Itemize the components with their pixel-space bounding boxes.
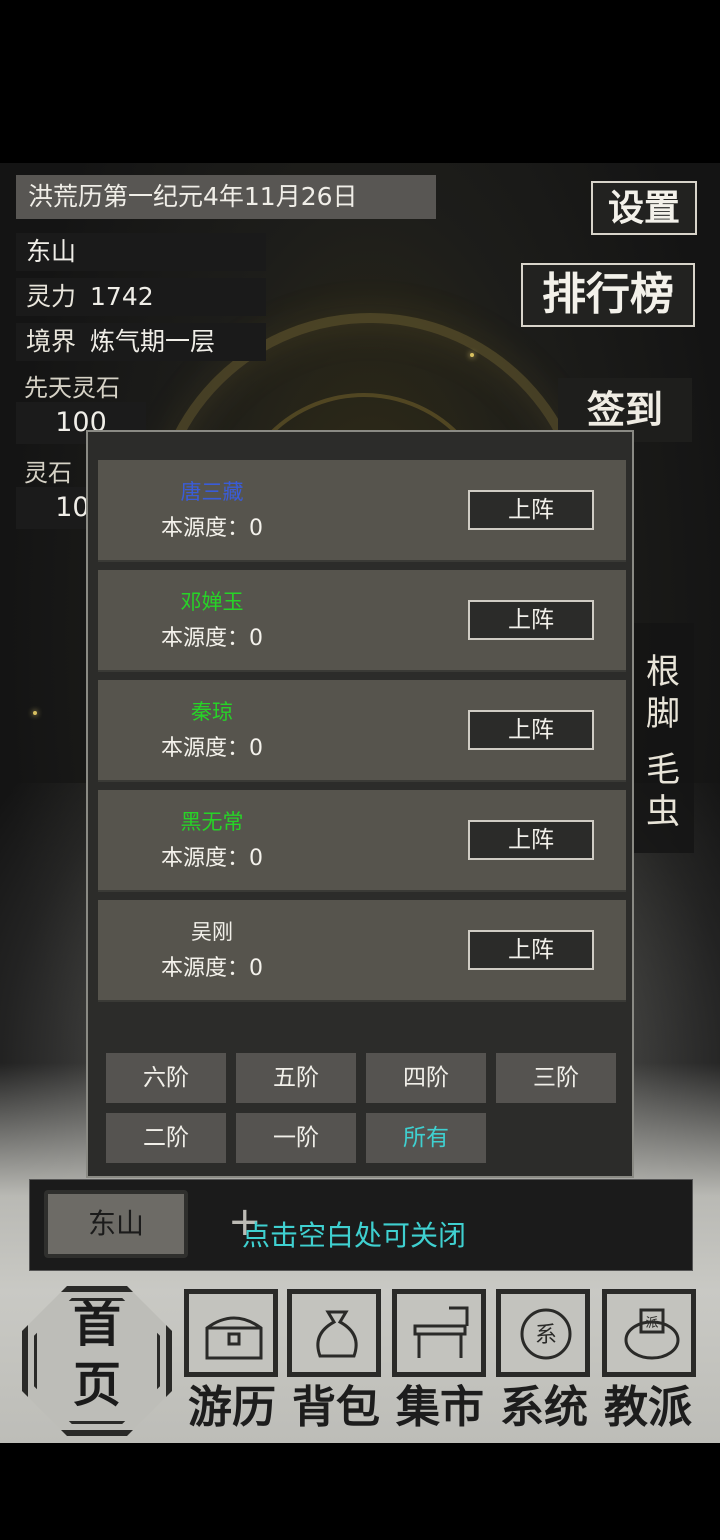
character-select-modal: 唐三藏 本源度：0 上阵 邓婵玉 本源度：0 上阵 秦琼 本源度：0 上阵 黑无… bbox=[86, 430, 634, 1178]
location-bar: 东山 + 点击空白处可关闭 bbox=[29, 1179, 693, 1271]
deploy-button[interactable]: 上阵 bbox=[468, 820, 594, 860]
origin-degree: 本源度：0 bbox=[138, 840, 286, 872]
bag-icon[interactable] bbox=[287, 1289, 381, 1377]
deploy-button[interactable]: 上阵 bbox=[468, 930, 594, 970]
tier-filter-1[interactable]: 一阶 bbox=[236, 1113, 356, 1163]
character-name: 吴刚 bbox=[191, 920, 233, 944]
close-hint: 点击空白处可关闭 bbox=[242, 1219, 467, 1252]
tier-filter-6[interactable]: 六阶 bbox=[106, 1053, 226, 1103]
realm-label: 境界 bbox=[26, 327, 77, 356]
spark-decoration bbox=[470, 353, 474, 357]
character-card: 吴刚 本源度：0 上阵 bbox=[98, 900, 626, 1002]
origin-degree-label: 本源度： bbox=[160, 736, 249, 761]
ranking-button[interactable]: 排行榜 bbox=[521, 263, 695, 327]
character-card: 黑无常 本源度：0 上阵 bbox=[98, 790, 626, 892]
svg-text:派: 派 bbox=[645, 1316, 658, 1331]
home-label-text: 首页 bbox=[72, 1297, 121, 1413]
origin-degree: 本源度：0 bbox=[138, 620, 286, 652]
location-display: 东山 bbox=[16, 233, 266, 271]
game-screen: 洪荒历第一纪元4年11月26日 东山 灵力 1742 境界 炼气期一层 先天灵石 1… bbox=[0, 163, 720, 1443]
stall-icon[interactable] bbox=[392, 1289, 486, 1377]
origin-degree: 本源度：0 bbox=[138, 510, 286, 542]
nav-sect[interactable]: 教派 bbox=[596, 1383, 700, 1433]
spark-decoration bbox=[33, 711, 37, 715]
tier-filter-5[interactable]: 五阶 bbox=[236, 1053, 356, 1103]
deploy-button[interactable]: 上阵 bbox=[468, 490, 594, 530]
origin-degree-value: 0 bbox=[249, 956, 263, 981]
sect-seal-icon[interactable]: 派 bbox=[602, 1289, 696, 1377]
home-label[interactable]: 首页 bbox=[52, 1295, 142, 1415]
deploy-button[interactable]: 上阵 bbox=[468, 710, 594, 750]
character-card: 唐三藏 本源度：0 上阵 bbox=[98, 460, 626, 562]
origin-degree-label: 本源度： bbox=[160, 516, 249, 541]
origin-tag: 根脚 毛虫 bbox=[632, 623, 694, 853]
origin-degree-label: 本源度： bbox=[160, 956, 249, 981]
chest-icon[interactable] bbox=[184, 1289, 278, 1377]
character-name: 邓婵玉 bbox=[180, 590, 244, 614]
nav-travel[interactable]: 游历 bbox=[180, 1383, 284, 1433]
svg-text:系: 系 bbox=[535, 1323, 557, 1348]
spirit-power-row: 灵力 1742 bbox=[16, 278, 266, 316]
character-card: 邓婵玉 本源度：0 上阵 bbox=[98, 570, 626, 672]
deploy-button[interactable]: 上阵 bbox=[468, 600, 594, 640]
location-name: 东山 bbox=[26, 237, 77, 266]
character-card: 秦琼 本源度：0 上阵 bbox=[98, 680, 626, 782]
settings-button[interactable]: 设置 bbox=[591, 181, 697, 235]
origin-degree-label: 本源度： bbox=[160, 626, 249, 651]
origin-degree-value: 0 bbox=[249, 626, 263, 651]
origin-degree: 本源度：0 bbox=[138, 730, 286, 762]
stone-label: 灵石 bbox=[24, 459, 72, 487]
tier-filter-3[interactable]: 三阶 bbox=[496, 1053, 616, 1103]
tier-filter-2[interactable]: 二阶 bbox=[106, 1113, 226, 1163]
realm-row: 境界 炼气期一层 bbox=[16, 323, 266, 361]
origin-degree-value: 0 bbox=[249, 516, 263, 541]
spirit-power-value: 1742 bbox=[90, 282, 154, 311]
nav-market[interactable]: 集市 bbox=[388, 1383, 492, 1433]
system-token-icon[interactable]: 系 bbox=[496, 1289, 590, 1377]
nav-system[interactable]: 系统 bbox=[492, 1383, 596, 1433]
spirit-power-label: 灵力 bbox=[26, 282, 77, 311]
location-tab[interactable]: 东山 bbox=[44, 1190, 188, 1258]
origin-degree: 本源度：0 bbox=[138, 950, 286, 982]
character-name: 黑无常 bbox=[180, 810, 244, 834]
origin-degree-label: 本源度： bbox=[160, 846, 249, 871]
character-name: 秦琼 bbox=[191, 700, 233, 724]
realm-value: 炼气期一层 bbox=[90, 327, 216, 356]
nav-backpack[interactable]: 背包 bbox=[284, 1383, 388, 1433]
bottom-navigation: 首页 系 派 游历 背包 集市 系统 教派 bbox=[0, 1281, 720, 1443]
tier-filter-all[interactable]: 所有 bbox=[366, 1113, 486, 1163]
tier-filter-4[interactable]: 四阶 bbox=[366, 1053, 486, 1103]
origin-tag-value: 毛虫 bbox=[646, 750, 680, 832]
character-name: 唐三藏 bbox=[180, 480, 244, 504]
origin-degree-value: 0 bbox=[249, 846, 263, 871]
innate-stone-label: 先天灵石 bbox=[24, 374, 120, 402]
origin-degree-value: 0 bbox=[249, 736, 263, 761]
origin-tag-label: 根脚 bbox=[646, 652, 680, 734]
calendar-date: 洪荒历第一纪元4年11月26日 bbox=[16, 175, 436, 219]
